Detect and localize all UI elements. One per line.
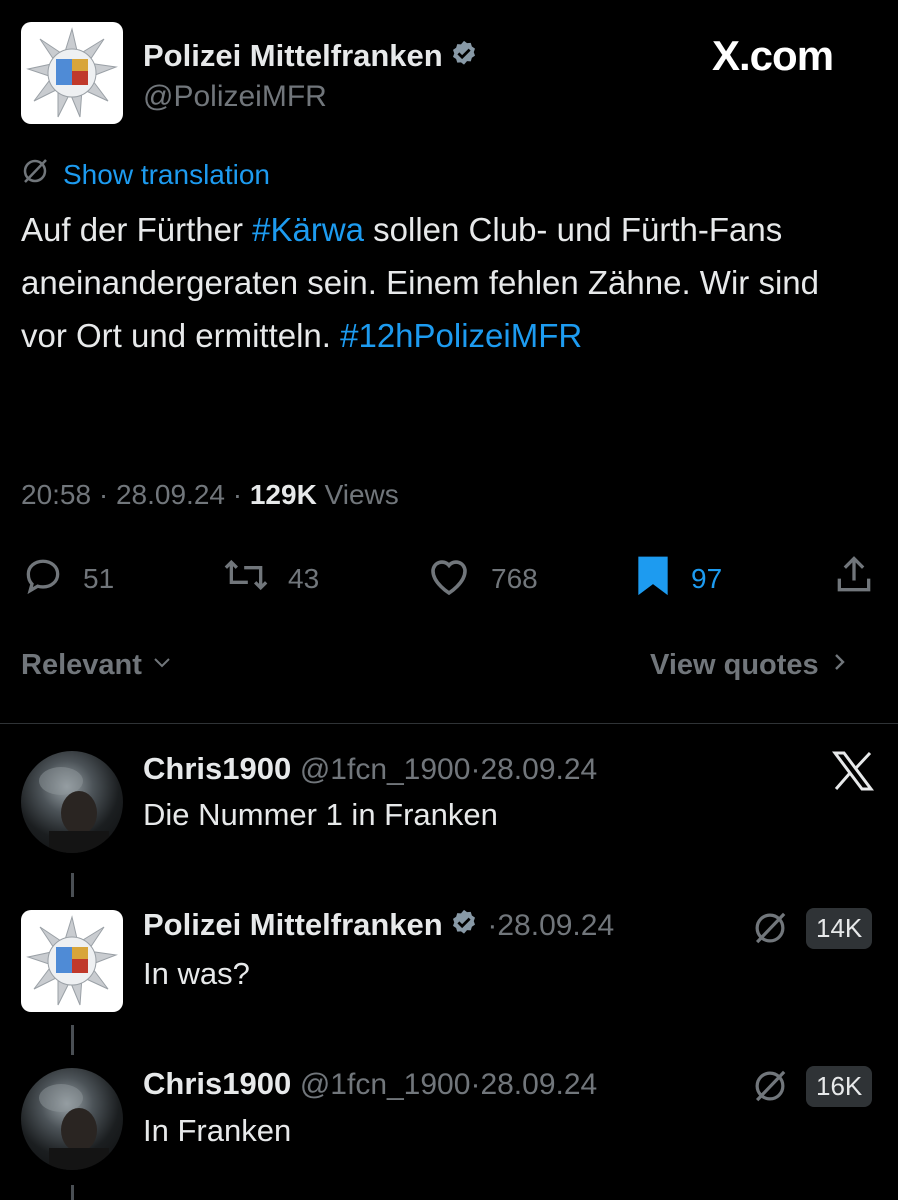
reply-handle[interactable]: @1fcn_1900 xyxy=(300,1068,471,1101)
show-translation-label: Show translation xyxy=(63,158,271,190)
sort-dropdown[interactable]: Relevant xyxy=(21,649,174,682)
author-handle[interactable]: @PolizeiMFR xyxy=(143,80,327,114)
view-count-badge: 14K xyxy=(806,908,873,949)
view-count-badge: 16K xyxy=(806,1066,873,1107)
reply-header: Chris1900 @1fcn_1900·28.09.24 xyxy=(143,751,597,787)
chevron-right-icon xyxy=(827,649,851,682)
author-name-text: Polizei Mittelfranken xyxy=(143,38,443,73)
tweet-date[interactable]: 28.09.24 xyxy=(116,479,225,510)
x-logo-icon xyxy=(832,751,874,796)
chevron-down-icon xyxy=(150,649,174,682)
share-button[interactable] xyxy=(832,553,876,602)
views-count: 129K xyxy=(249,479,317,510)
reply-text: In was? xyxy=(143,956,250,991)
reply-date[interactable]: 28.09.24 xyxy=(480,753,597,786)
thread-line xyxy=(71,1025,74,1055)
reply-date[interactable]: 28.09.24 xyxy=(497,909,614,942)
smoker-portrait-image xyxy=(39,1084,109,1170)
bookmark-icon xyxy=(633,553,673,604)
reply-icon xyxy=(21,553,65,604)
smoker-portrait-image xyxy=(39,767,109,853)
police-star-logo xyxy=(26,915,118,1006)
tweet-meta: 20:58 · 28.09.24 · 129K Views xyxy=(21,479,399,510)
reply-name[interactable]: Chris1900 xyxy=(143,751,291,786)
verified-icon xyxy=(449,39,479,77)
reply-text: Die Nummer 1 in Franken xyxy=(143,797,498,832)
author-avatar[interactable] xyxy=(21,22,123,124)
watermark-text: X.com xyxy=(712,32,834,79)
reply-name[interactable]: Polizei Mittelfranken xyxy=(143,907,443,942)
like-button[interactable]: 768 xyxy=(425,553,538,604)
view-quotes-link[interactable]: View quotes xyxy=(650,649,851,682)
x-com-watermark: X.com xyxy=(712,32,834,80)
views-label: Views xyxy=(324,479,399,510)
reply-handle[interactable]: @1fcn_1900 xyxy=(300,753,471,786)
repost-icon xyxy=(222,553,270,604)
sort-label: Relevant xyxy=(21,649,142,681)
like-count: 768 xyxy=(491,562,538,594)
reply-date[interactable]: 28.09.24 xyxy=(480,1068,597,1101)
reply-avatar-chris1900[interactable] xyxy=(21,751,123,853)
thread-line xyxy=(71,873,74,897)
bookmark-count: 97 xyxy=(691,562,723,594)
separator-dot: · xyxy=(487,909,498,942)
show-translation[interactable]: Show translation xyxy=(21,157,270,192)
tweet-time[interactable]: 20:58 xyxy=(21,479,91,510)
reply-header: Chris1900 @1fcn_1900·28.09.24 xyxy=(143,1066,597,1102)
no-translate-icon xyxy=(21,157,49,192)
verified-icon xyxy=(449,908,479,946)
reply-count: 51 xyxy=(83,562,115,594)
reply-avatar-chris1900[interactable] xyxy=(21,1068,123,1170)
reply-avatar-polizei[interactable] xyxy=(21,910,123,1012)
separator-dot: · xyxy=(470,753,481,786)
police-star-logo xyxy=(26,27,118,118)
bookmark-button[interactable]: 97 xyxy=(633,553,722,604)
reply-button[interactable]: 51 xyxy=(21,553,114,604)
like-icon xyxy=(425,553,473,604)
divider xyxy=(0,723,898,724)
reply-text: In Franken xyxy=(143,1113,292,1148)
author-name[interactable]: Polizei Mittelfranken xyxy=(143,38,479,77)
hashtag-12hpolizeimfr[interactable]: #12hPolizeiMFR xyxy=(340,317,582,354)
share-icon xyxy=(832,556,876,601)
tweet-text: Auf der Fürther #Kärwa sollen Club- und … xyxy=(21,203,871,362)
hashtag-kaerwa[interactable]: #Kärwa xyxy=(252,211,364,248)
no-translate-icon xyxy=(752,1068,788,1109)
no-translate-icon xyxy=(752,910,788,951)
view-quotes-label: View quotes xyxy=(650,649,819,681)
repost-count: 43 xyxy=(288,562,320,594)
separator-dot: · xyxy=(470,1068,481,1101)
tweet-text-part: Auf der Fürther xyxy=(21,211,253,248)
reply-name[interactable]: Chris1900 xyxy=(143,1066,291,1101)
reply-header: Polizei Mittelfranken ·28.09.24 xyxy=(143,907,614,946)
repost-button[interactable]: 43 xyxy=(222,553,319,604)
thread-line xyxy=(71,1185,74,1200)
